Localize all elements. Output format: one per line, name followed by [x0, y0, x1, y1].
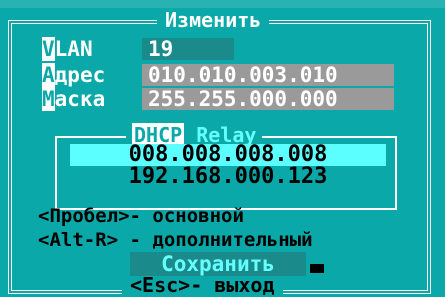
address-field[interactable]: 010.010.003.010	[142, 64, 394, 86]
edit-dialog: Изменить VLAN 19 Адрес 010.010.003.010 М…	[0, 8, 445, 295]
dhcp-server-secondary[interactable]: 192.168.000.123	[70, 166, 386, 188]
exit-hint[interactable]: <Esc>- выход	[122, 275, 283, 295]
mask-label: Маска	[42, 87, 106, 111]
dialog-title: Изменить	[157, 10, 270, 30]
hint-space-primary: <Пробел>- основной	[38, 205, 244, 227]
address-value: 010.010.003.010	[148, 63, 338, 87]
dhcp-server-primary[interactable]: 008.008.008.008	[70, 144, 386, 166]
vlan-field[interactable]: 19	[142, 38, 234, 60]
mask-value: 255.255.000.000	[148, 87, 338, 111]
vlan-value: 19	[148, 37, 174, 61]
vlan-label: VLAN	[42, 37, 93, 61]
address-label: Адрес	[42, 63, 106, 87]
vlan-hotkey: V	[42, 37, 55, 61]
mask-field[interactable]: 255.255.000.000	[142, 88, 394, 110]
hint-altr-secondary: <Alt-R> - дополнительный	[38, 229, 313, 251]
mask-hotkey: М	[42, 87, 55, 111]
address-hotkey: А	[42, 63, 55, 87]
text-cursor	[310, 264, 324, 273]
